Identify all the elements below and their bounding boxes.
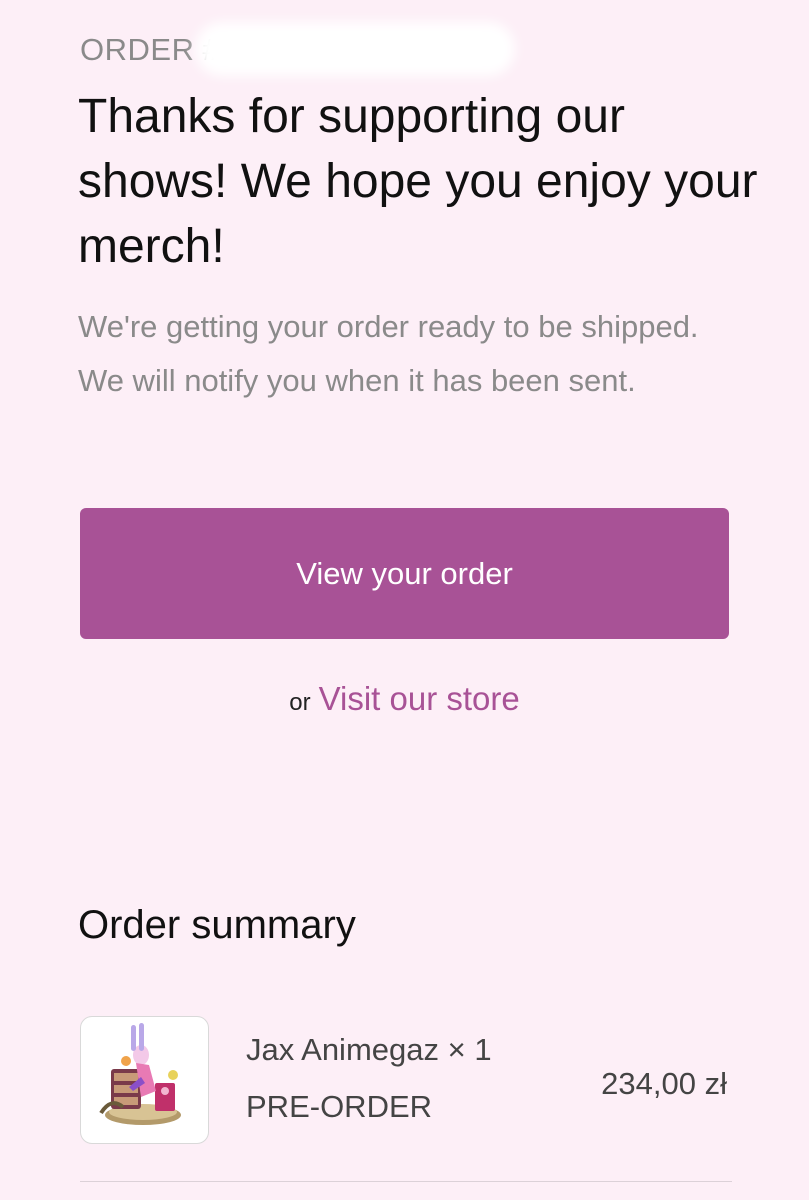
- order-confirmation-page: ORDER # Thanks for supporting our shows!…: [0, 0, 809, 1200]
- item-price: 234,00 zł: [601, 1066, 727, 1101]
- thanks-headline: Thanks for supporting our shows! We hope…: [78, 90, 758, 273]
- product-thumbnail: [80, 1016, 209, 1144]
- item-name: Jax Animegaz × 1: [246, 1032, 492, 1067]
- visit-store-link[interactable]: Visit our store: [319, 680, 520, 718]
- or-text: or: [289, 689, 311, 716]
- shipping-status-text: We're getting your order ready to be shi…: [78, 309, 699, 398]
- summary-divider: [80, 1181, 732, 1182]
- store-link-row: or Visit our store: [0, 680, 809, 718]
- view-order-button[interactable]: View your order: [80, 508, 729, 639]
- figurine-thumbnail-icon: [99, 1023, 181, 1125]
- item-variant: PRE-ORDER: [246, 1089, 433, 1124]
- order-summary-title: Order summary: [78, 903, 356, 947]
- redacted-order-number-overlay: [195, 22, 515, 76]
- order-label: ORDER: [80, 32, 195, 67]
